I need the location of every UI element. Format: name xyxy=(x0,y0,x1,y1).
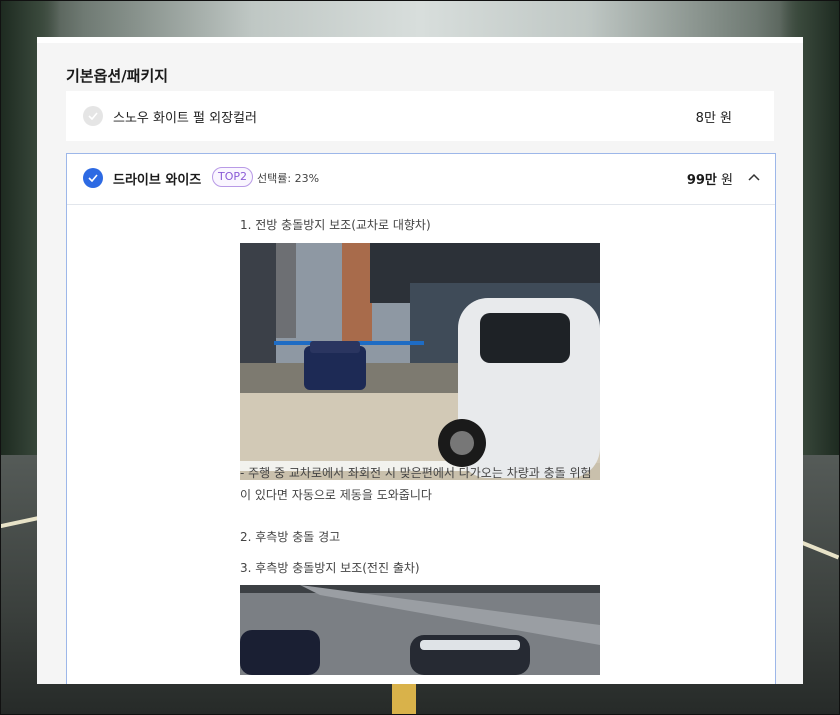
option-name: 스노우 화이트 펄 외장컬러 xyxy=(113,111,257,126)
feature-title: 1. 전방 충돌방지 보조(교차로 대향차) xyxy=(240,218,431,232)
option-name: 드라이브 와이즈 xyxy=(113,173,202,188)
option-row-snow-white[interactable]: 스노우 화이트 펄 외장컬러 8만 원 xyxy=(66,91,774,141)
feature-image-intersection xyxy=(240,243,600,480)
feature-description: - 주행 중 교차로에서 좌회전 시 맞은편에서 다가오는 차량과 충돌 위험이… xyxy=(240,466,592,502)
top-badge: TOP2 xyxy=(212,167,254,187)
feature-title: 3. 후측방 충돌방지 보조(전진 출차) xyxy=(240,561,420,575)
selection-rate-label: 선택률: xyxy=(257,172,292,185)
feature-description-block: - 주행 중 교차로에서 좌회전 시 맞은편에서 다가오는 차량과 충돌 위험이… xyxy=(240,462,602,506)
option-price-number: 99만 xyxy=(686,173,717,188)
check-icon[interactable] xyxy=(83,168,103,188)
feature-title: 2. 후측방 충돌 경고 xyxy=(240,530,341,544)
option-price: 99만 원 xyxy=(687,169,733,188)
chevron-up-icon[interactable] xyxy=(747,170,761,184)
selection-rate-value: 23% xyxy=(294,172,320,185)
selection-rate: 선택률: 23% xyxy=(257,170,319,186)
check-icon[interactable] xyxy=(83,106,103,126)
option-drive-wise: 드라이브 와이즈 TOP2 선택률: 23% 99만 원 1. 전방 충돌방지 … xyxy=(66,153,776,684)
section-title: 기본옵션/패키지 xyxy=(66,67,169,85)
options-panel: 기본옵션/패키지 스노우 화이트 펄 외장컬러 8만 원 드라이브 와이즈 TO… xyxy=(37,37,803,684)
option-price-unit: 원 xyxy=(721,173,733,188)
feature-image-rear-cross xyxy=(240,585,600,675)
option-price: 8만 원 xyxy=(695,111,732,126)
option-header[interactable]: 드라이브 와이즈 TOP2 선택률: 23% 99만 원 xyxy=(67,154,775,205)
